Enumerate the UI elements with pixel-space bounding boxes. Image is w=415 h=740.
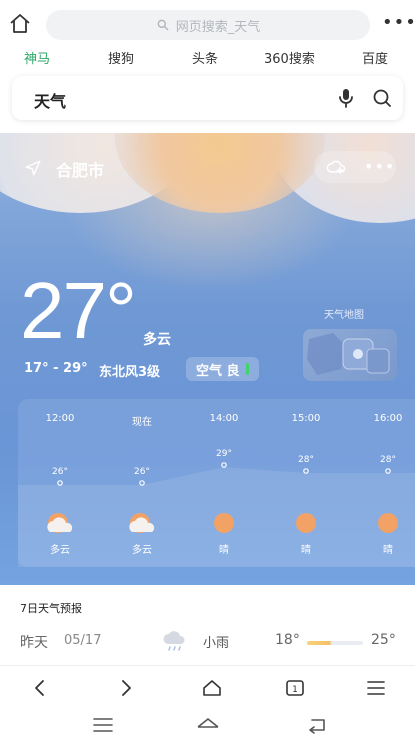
hourly-condition: 多云	[50, 545, 70, 556]
home-icon[interactable]	[8, 12, 32, 36]
hourly-temp: 26°	[134, 467, 150, 477]
url-placeholder: 网页搜索_天气	[175, 19, 261, 35]
menu-icon[interactable]	[364, 676, 388, 700]
engine-tab-toutiao[interactable]: 头条	[192, 48, 218, 67]
tabs-icon[interactable]: 1	[283, 676, 307, 700]
location-arrow-icon	[25, 160, 41, 176]
hourly-temp-dot	[221, 462, 227, 468]
system-back-icon[interactable]	[306, 715, 330, 735]
map-thumbnail-graphic	[307, 333, 390, 375]
hourly-time: 15:00	[291, 413, 321, 424]
system-navigation-bar	[0, 709, 415, 740]
hourly-temp-dot	[57, 480, 63, 486]
weather-map-thumbnail[interactable]	[303, 329, 397, 381]
add-city-icon[interactable]	[326, 158, 346, 176]
hourly-forecast[interactable]: 12:00 26° 多云 现在 26° 多云 14:00 29° 晴 15:00 28° 晴 16:00…	[18, 399, 415, 567]
hourly-condition: 晴	[301, 545, 311, 556]
hourly-time: 16:00	[373, 413, 403, 424]
temperature-range: 17° - 29°	[24, 361, 88, 376]
search-query[interactable]: 天气	[34, 88, 66, 112]
more-menu-icon[interactable]: •••	[382, 14, 415, 32]
forecast-high: 25°	[371, 632, 396, 648]
air-quality-label: 空气 良	[196, 363, 240, 379]
search-icon	[157, 19, 169, 31]
hourly-temp-dot	[385, 468, 391, 474]
hourly-condition: 多云	[132, 545, 152, 556]
hourly-temp-dot	[303, 468, 309, 474]
engine-tab-360[interactable]: 360搜索	[264, 48, 315, 67]
sunny-icon	[214, 513, 234, 533]
air-quality-badge[interactable]: 空气 良	[186, 357, 259, 381]
back-icon[interactable]	[28, 676, 52, 700]
system-home-icon[interactable]	[196, 715, 220, 735]
seven-day-forecast[interactable]: 7日天气预报 昨天 05/17 小雨 18° 25°	[0, 585, 415, 665]
svg-text:1: 1	[292, 685, 298, 695]
engine-tab-sogou[interactable]: 搜狗	[108, 48, 134, 67]
forecast-day: 昨天	[20, 635, 48, 651]
forecast-date: 05/17	[64, 633, 102, 648]
city-name[interactable]: 合肥市	[56, 157, 104, 181]
home-icon[interactable]	[200, 676, 224, 700]
forward-icon[interactable]	[114, 676, 138, 700]
air-quality-indicator	[245, 363, 249, 375]
hourly-condition: 晴	[383, 545, 393, 556]
forecast-title: 7日天气预报	[20, 602, 82, 615]
hourly-condition: 晴	[219, 545, 229, 556]
hourly-time: 现在	[132, 417, 152, 428]
url-bar[interactable]: 网页搜索_天气	[46, 10, 370, 40]
hourly-temp: 29°	[216, 449, 232, 459]
hourly-temp: 26°	[52, 467, 68, 477]
hourly-temp-dot	[139, 480, 145, 486]
card-actions: •••	[314, 151, 396, 183]
hourly-time: 14:00	[209, 413, 239, 424]
engine-tab-baidu[interactable]: 百度	[362, 48, 388, 67]
light-rain-icon	[163, 631, 185, 651]
forecast-low: 18°	[275, 632, 300, 648]
search-icon[interactable]	[370, 86, 394, 110]
hourly-temp: 28°	[298, 455, 314, 465]
current-condition: 多云	[143, 332, 171, 348]
search-engine-tabs: 神马 搜狗 头条 360搜索 百度	[0, 46, 415, 68]
sunny-icon	[296, 513, 316, 533]
current-temperature: 27°	[20, 266, 137, 355]
sunny-icon	[378, 513, 398, 533]
hourly-time: 12:00	[45, 413, 75, 424]
forecast-condition: 小雨	[203, 636, 230, 651]
forecast-temperature-bar	[307, 641, 363, 645]
engine-tab-shenma[interactable]: 神马	[24, 48, 50, 67]
search-box[interactable]: 天气	[12, 76, 403, 120]
browser-top-bar: 网页搜索_天气 •••	[0, 0, 415, 46]
recent-apps-icon[interactable]	[91, 715, 115, 735]
browser-bottom-bar: 1	[0, 665, 415, 709]
card-more-icon[interactable]: •••	[364, 157, 395, 176]
wind-info: 东北风3级	[99, 365, 161, 380]
microphone-icon[interactable]	[334, 86, 358, 110]
hourly-temp: 28°	[380, 455, 396, 465]
weather-card[interactable]: 合肥市 ••• 27° 多云 17° - 29° 东北风3级 空气 良 天气地图…	[0, 133, 415, 585]
weather-map-label: 天气地图	[324, 310, 364, 321]
